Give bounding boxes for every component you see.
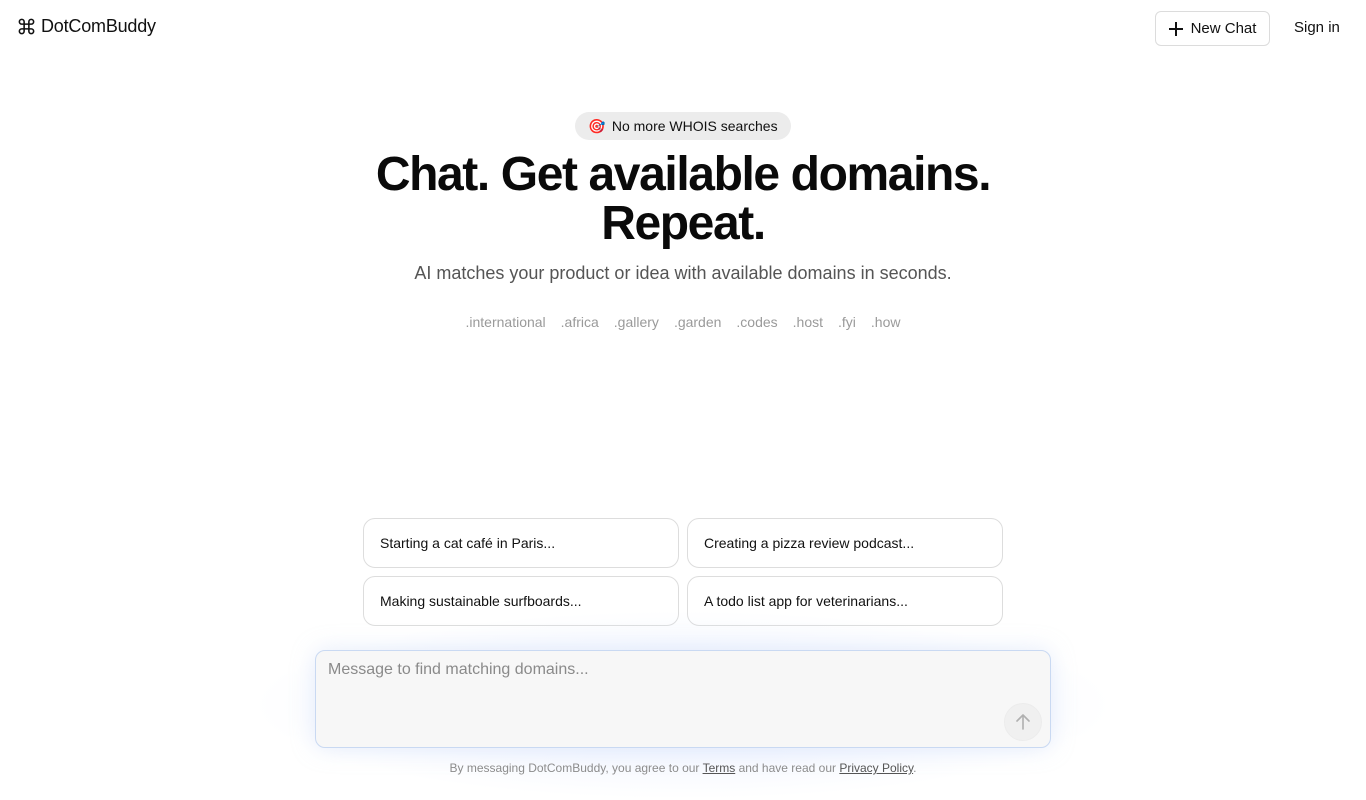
page: DotComBuddy New Chat Sign in 🎯 No more W… — [0, 0, 1366, 800]
sign-in-link[interactable]: Sign in — [1294, 19, 1340, 36]
arrow-up-icon — [1016, 714, 1030, 730]
disclaimer-suffix: . — [913, 761, 917, 775]
brand-name: DotComBuddy — [41, 16, 156, 36]
headline-line-1: Chat. Get available domains. — [375, 148, 992, 201]
message-composer — [315, 650, 1051, 748]
suggestion-card[interactable]: Creating a pizza review podcast... — [687, 518, 1003, 568]
disclaimer-middle: and have read our — [738, 761, 836, 775]
tld-item: .garden — [673, 314, 722, 330]
tld-item: .host — [792, 314, 824, 330]
headline-line-2: Repeat. — [601, 197, 766, 250]
disclaimer-prefix: By messaging DotComBuddy, you agree to o… — [449, 761, 700, 775]
hero-badge: 🎯 No more WHOIS searches — [575, 112, 791, 140]
suggestion-card[interactable]: Starting a cat café in Paris... — [363, 518, 679, 568]
new-chat-label: New Chat — [1190, 20, 1257, 37]
terms-link[interactable]: Terms — [703, 761, 736, 775]
page-title: Chat. Get available domains. Repeat. — [0, 150, 1366, 248]
tld-item: .codes — [736, 314, 778, 330]
suggestion-card[interactable]: A todo list app for veterinarians... — [687, 576, 1003, 626]
terms-disclaimer: By messaging DotComBuddy, you agree to o… — [0, 761, 1366, 775]
tld-item: .how — [870, 314, 901, 330]
tld-list: .international .africa .gallery .garden … — [0, 314, 1366, 330]
brand-logo[interactable]: DotComBuddy — [17, 16, 156, 37]
command-icon — [18, 18, 35, 35]
plus-icon — [1168, 21, 1183, 36]
target-icon: 🎯 — [588, 117, 606, 134]
suggestion-grid: Starting a cat café in Paris... Creating… — [363, 518, 1003, 626]
new-chat-button[interactable]: New Chat — [1155, 11, 1270, 46]
tld-item: .gallery — [613, 314, 659, 330]
hero-subheading: AI matches your product or idea with ava… — [414, 263, 952, 283]
tld-item: .international — [465, 314, 546, 330]
tld-item: .africa — [560, 314, 599, 330]
privacy-policy-link[interactable]: Privacy Policy — [839, 761, 913, 775]
hero-badge-text: No more WHOIS searches — [611, 118, 778, 134]
message-input[interactable] — [328, 661, 1008, 721]
top-bar: DotComBuddy New Chat Sign in — [0, 0, 1366, 56]
tld-item: .fyi — [838, 314, 856, 330]
send-button[interactable] — [1004, 703, 1042, 741]
suggestion-card[interactable]: Making sustainable surfboards... — [363, 576, 679, 626]
